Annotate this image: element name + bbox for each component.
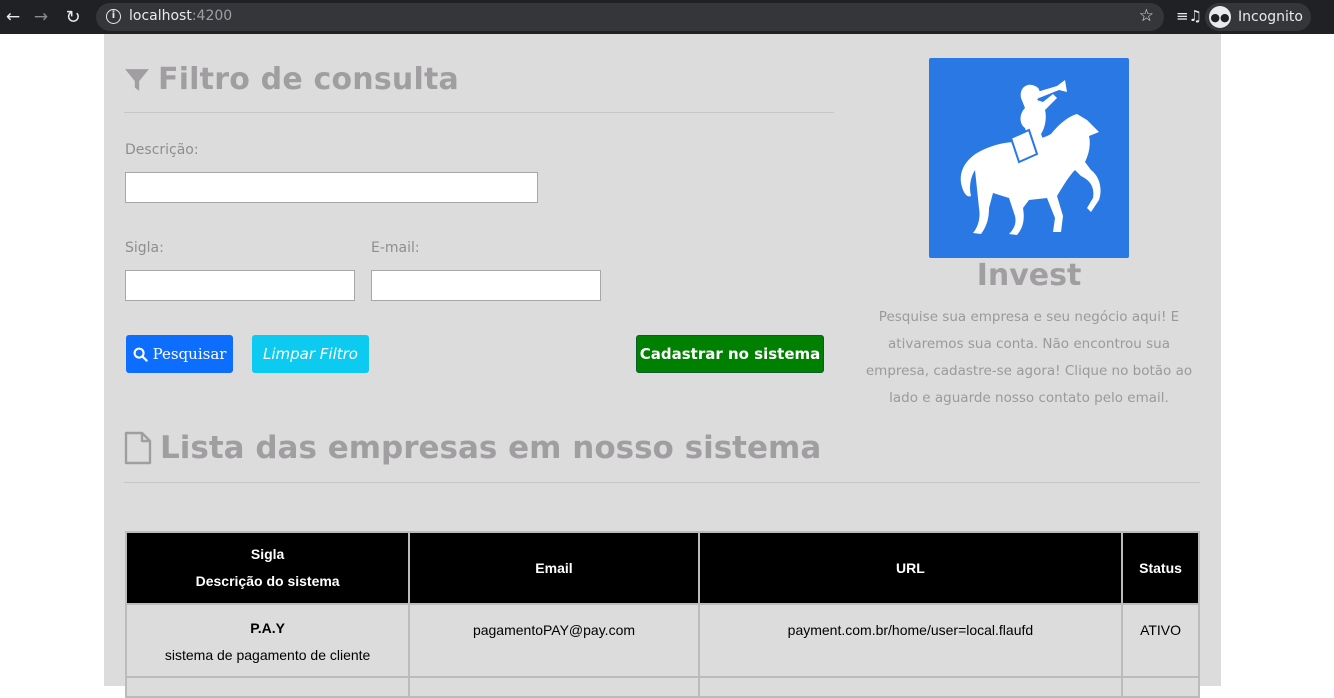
sigla-label: Sigla: — [125, 240, 164, 256]
filter-divider — [124, 112, 834, 113]
filter-funnel-icon — [125, 68, 149, 91]
header-email[interactable]: Email — [408, 531, 700, 605]
header-url[interactable]: URL — [697, 531, 1124, 605]
brand-description: Pesquise sua empresa e seu negócio aqui!… — [865, 309, 1193, 406]
email-input[interactable] — [371, 270, 601, 301]
email-label: E-mail: — [371, 240, 420, 256]
cell-status: ATIVO — [1121, 603, 1200, 678]
clear-filter-label: Limpar Filtro — [263, 345, 358, 363]
companies-table: Sigla Descrição do sistema Email URL Sta… — [124, 531, 1200, 698]
invest-logo — [929, 58, 1129, 258]
bookmark-star-icon[interactable]: ☆ — [1139, 6, 1154, 26]
table-header-row: Sigla Descrição do sistema Email URL Sta… — [124, 531, 1200, 605]
cell-descricao: sistema de pagamento de cliente — [164, 647, 371, 663]
list-heading: Lista das empresas em nosso sistema — [124, 430, 821, 466]
cell-sigla-descricao: P.A.Y sistema de pagamento de cliente — [124, 603, 411, 678]
register-button[interactable]: Cadastrar no sistema — [636, 335, 824, 373]
descricao-label: Descrição: — [125, 142, 199, 158]
list-title-text: Lista das empresas em nosso sistema — [160, 430, 822, 466]
forward-arrow-icon[interactable]: → — [28, 4, 54, 30]
incognito-label: Incognito — [1238, 9, 1303, 25]
page-container: Filtro de consulta Descrição: Sigla: E-m… — [104, 34, 1221, 698]
header-descricao: Descrição do sistema — [195, 573, 340, 589]
site-info-icon[interactable]: i — [106, 9, 121, 24]
url-host: localhost — [129, 8, 192, 24]
brand-name: Invest — [976, 258, 1082, 293]
table-row[interactable] — [124, 676, 1200, 698]
filter-title-text: Filtro de consulta — [158, 62, 459, 97]
media-control-icon[interactable]: ≡♫ — [1176, 7, 1202, 25]
incognito-badge[interactable]: ●● Incognito — [1205, 3, 1311, 31]
header-status[interactable]: Status — [1121, 531, 1200, 605]
address-bar[interactable]: i localhost:4200 ☆ — [96, 3, 1164, 31]
search-button-label: Pesquisar — [152, 345, 227, 363]
cell-empty — [124, 676, 411, 698]
reload-icon[interactable]: ↻ — [60, 4, 86, 30]
header-sigla-descricao[interactable]: Sigla Descrição do sistema — [124, 531, 411, 605]
url-text: localhost:4200 — [129, 8, 232, 24]
register-button-label: Cadastrar no sistema — [639, 345, 821, 363]
search-icon — [133, 347, 148, 362]
document-icon — [124, 431, 152, 465]
list-divider — [124, 482, 1200, 483]
filter-heading: Filtro de consulta — [124, 62, 459, 97]
back-arrow-icon[interactable]: ← — [0, 4, 26, 30]
search-button[interactable]: Pesquisar — [126, 335, 233, 373]
table-row[interactable]: P.A.Y sistema de pagamento de cliente pa… — [124, 603, 1200, 678]
cell-sigla: P.A.Y — [250, 620, 285, 636]
clear-filter-button[interactable]: Limpar Filtro — [252, 335, 369, 373]
cell-url: payment.com.br/home/user=local.flaufd — [697, 603, 1124, 678]
horse-rider-icon — [960, 80, 1101, 235]
incognito-icon: ●● — [1209, 6, 1231, 28]
cell-empty — [408, 676, 700, 698]
cell-email: pagamentoPAY@pay.com — [408, 603, 700, 678]
descricao-input[interactable] — [125, 172, 538, 203]
cell-empty — [1121, 676, 1200, 698]
cell-empty — [697, 676, 1124, 698]
browser-toolbar: ← → ↻ i localhost:4200 ☆ ≡♫ ●● Incognito — [0, 0, 1334, 34]
url-port: :4200 — [191, 8, 233, 24]
header-sigla: Sigla — [250, 546, 285, 562]
sigla-input[interactable] — [125, 270, 355, 301]
